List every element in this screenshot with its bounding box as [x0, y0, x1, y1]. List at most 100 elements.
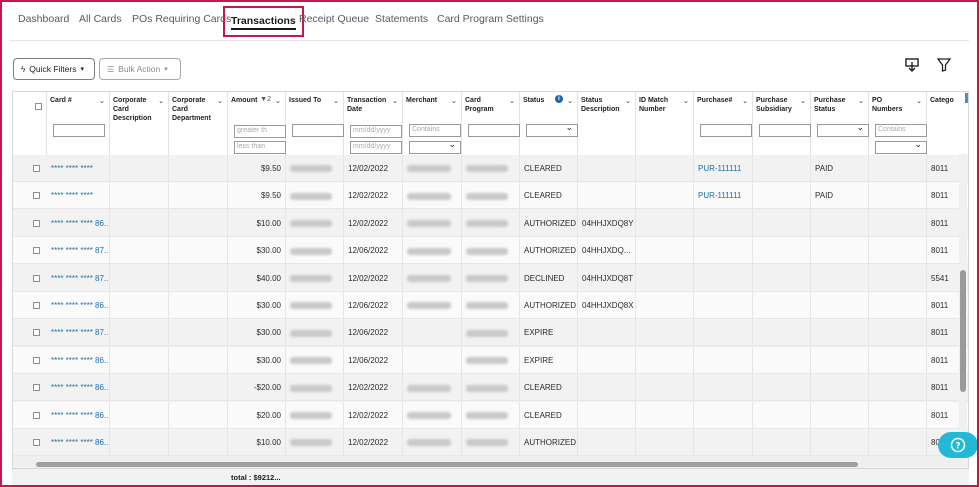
cell-card[interactable]: **** **** **** 86... — [47, 374, 110, 402]
column-menu-chevron-icon[interactable]: ⌄ — [567, 97, 573, 105]
column-header-merchant[interactable]: Merchant ⌄ Contains — [403, 92, 462, 156]
tab-dashboard[interactable]: Dashboard — [18, 13, 69, 25]
column-menu-chevron-icon[interactable]: ⌄ — [158, 97, 164, 105]
table-row[interactable]: **** **** **** 86... $10.00 12/02/2022 AUTH… — [13, 429, 968, 456]
table-row[interactable]: **** **** **** $9.50 12/02/2022 CLEARED PUR-… — [13, 182, 968, 210]
filter-input[interactable]: Contains — [875, 124, 927, 137]
column-header-purchase-status[interactable]: Purchase Status ⌄ — [811, 92, 869, 156]
cell-card[interactable]: **** **** **** 86... — [47, 346, 110, 374]
row-checkbox[interactable] — [33, 165, 40, 172]
column-header-status[interactable]: Status ⌄ i — [520, 92, 578, 156]
bulk-action-button[interactable]: ☰ Bulk Action ▾ — [99, 58, 181, 80]
table-row[interactable]: **** **** **** $9.50 12/02/2022 CLEARED PUR-… — [13, 155, 968, 182]
row-checkbox[interactable] — [33, 302, 40, 309]
filter-input-max[interactable]: mm/dd/yyyy — [350, 141, 402, 154]
cell-card[interactable]: **** **** **** 86... — [47, 209, 110, 237]
cell-card[interactable]: **** **** **** — [47, 155, 110, 182]
table-row[interactable]: **** **** **** 86... $10.00 12/02/2022 AUTH… — [13, 209, 968, 237]
filter-select[interactable] — [526, 122, 578, 137]
table-row[interactable]: **** **** **** 86... -$20.00 12/02/2022 CLE… — [13, 374, 968, 402]
column-menu-chevron-icon[interactable]: ⌄ — [99, 97, 105, 105]
filter-input[interactable] — [468, 124, 520, 137]
filter-input[interactable]: Contains — [409, 124, 461, 137]
filter-select[interactable] — [409, 139, 461, 154]
column-menu-chevron-icon[interactable]: ⌄ — [275, 97, 281, 105]
tab-statements[interactable]: Statements — [375, 13, 428, 25]
column-header-card-desc[interactable]: Corporate Card Description ⌄ — [110, 92, 169, 156]
add-column-icon[interactable]: + — [965, 93, 968, 103]
tab-transactions[interactable]: Transactions — [223, 6, 304, 37]
cell-card[interactable]: **** **** **** 87... — [47, 237, 110, 265]
column-menu-chevron-icon[interactable]: ⌄ — [916, 97, 922, 105]
column-menu-chevron-icon[interactable]: ⌄ — [625, 97, 631, 105]
filter-input-max[interactable]: less than — [234, 141, 286, 154]
column-header-issued-to[interactable]: Issued To ⌄ — [286, 92, 344, 156]
cell-purchase[interactable]: PUR-111111 — [694, 155, 753, 182]
row-checkbox[interactable] — [33, 274, 40, 282]
filter-input-min[interactable]: mm/dd/yyyy — [350, 125, 402, 138]
filter-funnel-icon[interactable] — [936, 57, 952, 73]
column-header-card-program[interactable]: Card Program ⌄ — [462, 92, 520, 156]
table-row[interactable]: **** **** **** 86... $20.00 12/02/2022 CLEA… — [13, 401, 968, 429]
row-checkbox[interactable] — [33, 219, 40, 227]
download-icon[interactable] — [904, 57, 920, 73]
column-header-amount[interactable]: Amount ⌄ ▼2 greater th less than — [228, 92, 286, 156]
column-header-category[interactable]: Catego + — [927, 92, 968, 156]
column-header-card[interactable]: Card # ⌄ — [47, 92, 110, 156]
filter-input[interactable] — [53, 124, 105, 137]
filter-input[interactable] — [700, 124, 752, 137]
column-header-purchase-subsidiary[interactable]: Purchase Subsidiary ⌄ — [753, 92, 811, 156]
cell-card[interactable]: **** **** **** — [47, 182, 110, 210]
cell-card[interactable]: **** **** **** 86... — [47, 292, 110, 319]
table-row[interactable]: **** **** **** 86... $30.00 12/06/2022 EXPI… — [13, 346, 968, 374]
table-row[interactable]: **** **** **** 87... $30.00 12/06/2022 AUTH… — [13, 237, 968, 265]
info-icon[interactable]: i — [555, 95, 563, 103]
vertical-scrollbar[interactable] — [960, 270, 966, 392]
column-menu-chevron-icon[interactable]: ⌄ — [217, 97, 223, 105]
filter-select[interactable] — [817, 122, 869, 137]
column-header-po-numbers[interactable]: PO Numbers ⌄ Contains — [869, 92, 927, 156]
tab-receipt-queue[interactable]: Receipt Queue — [299, 13, 369, 25]
cell-amount: $30.00 — [228, 292, 286, 319]
filter-select[interactable] — [875, 139, 927, 154]
cell-purchase[interactable]: PUR-111111 — [694, 182, 753, 210]
cell-purchase-status: PAID — [811, 182, 869, 210]
row-checkbox[interactable] — [33, 411, 40, 419]
select-all-checkbox[interactable] — [35, 103, 42, 110]
row-checkbox[interactable] — [33, 329, 40, 337]
cell-card[interactable]: **** **** **** 86... — [47, 401, 110, 429]
filter-input[interactable] — [759, 124, 811, 137]
filter-input-min[interactable]: greater th — [234, 125, 286, 138]
column-menu-chevron-icon[interactable]: ⌄ — [800, 97, 806, 105]
column-menu-chevron-icon[interactable]: ⌄ — [683, 97, 689, 105]
cell-card[interactable]: **** **** **** 86... — [47, 429, 110, 456]
cell-card[interactable]: **** **** **** 87... — [47, 319, 110, 347]
row-checkbox[interactable] — [33, 192, 40, 200]
tab-pos-requiring-cards[interactable]: POs Requiring Cards — [132, 13, 231, 25]
column-menu-chevron-icon[interactable]: ⌄ — [858, 97, 864, 105]
table-row[interactable]: **** **** **** 87... $40.00 12/02/2022 DECL… — [13, 264, 968, 292]
filter-input[interactable] — [292, 124, 344, 137]
row-checkbox[interactable] — [33, 247, 40, 255]
column-header-card-dept[interactable]: Corporate Card Department ⌄ — [169, 92, 228, 156]
column-menu-chevron-icon[interactable]: ⌄ — [742, 97, 748, 105]
column-header-transaction-date[interactable]: Transaction Date ⌄ mm/dd/yyyy mm/dd/yyyy — [344, 92, 403, 156]
column-menu-chevron-icon[interactable]: ⌄ — [333, 97, 339, 105]
column-menu-chevron-icon[interactable]: ⌄ — [392, 97, 398, 105]
quick-filters-button[interactable]: ϟ Quick Filters ▾ — [13, 58, 95, 80]
tab-card-program-settings[interactable]: Card Program Settings — [437, 13, 544, 25]
column-menu-chevron-icon[interactable]: ⌄ — [451, 97, 457, 105]
table-row[interactable]: **** **** **** 86... $30.00 12/06/2022 AUTH… — [13, 292, 968, 319]
row-checkbox[interactable] — [33, 439, 40, 446]
horizontal-scrollbar[interactable] — [36, 462, 858, 467]
table-row[interactable]: **** **** **** 87... $30.00 12/06/2022 EXPI… — [13, 319, 968, 347]
tab-all-cards[interactable]: All Cards — [79, 13, 122, 25]
column-header-status-description[interactable]: Status Description ⌄ — [578, 92, 636, 156]
row-checkbox[interactable] — [33, 356, 40, 364]
column-header-id-match[interactable]: ID Match Number ⌄ — [636, 92, 694, 156]
column-header-purchase[interactable]: Purchase# ⌄ — [694, 92, 753, 156]
help-button[interactable]: ? — [938, 432, 977, 458]
column-menu-chevron-icon[interactable]: ⌄ — [509, 97, 515, 105]
cell-card[interactable]: **** **** **** 87... — [47, 264, 110, 292]
row-checkbox[interactable] — [33, 384, 40, 392]
